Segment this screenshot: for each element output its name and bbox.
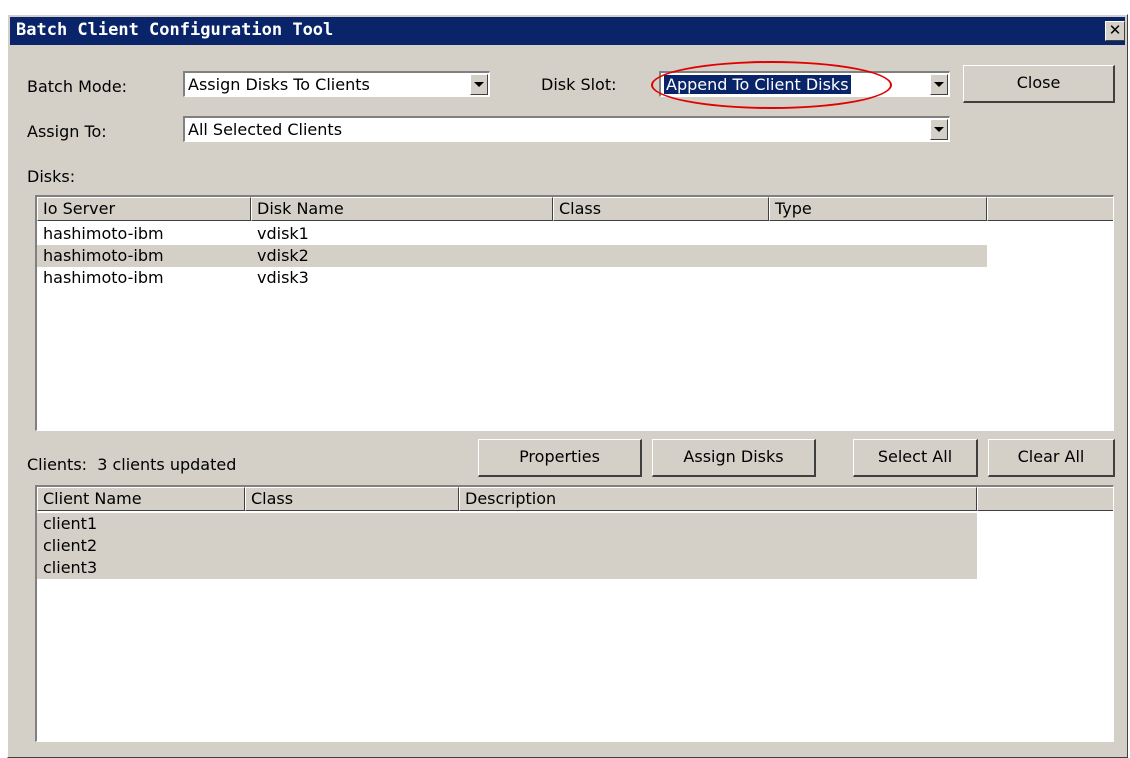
column-class[interactable]: Class <box>553 197 769 221</box>
clients-list[interactable]: Client Name Class Description client1 cl… <box>35 485 1114 742</box>
select-all-button[interactable]: Select All <box>853 439 978 477</box>
disk-slot-combo[interactable]: Append To Client Disks <box>659 71 950 97</box>
table-row[interactable]: client2 <box>37 535 977 557</box>
assign-to-value: All Selected Clients <box>188 120 343 139</box>
disks-label: Disks: <box>27 167 76 186</box>
column-filler <box>977 487 1113 511</box>
client-name-cell: client1 <box>43 514 98 533</box>
disk-server-cell: hashimoto-ibm <box>43 268 164 287</box>
title-bar[interactable]: Batch Client Configuration Tool ✕ <box>10 17 1125 45</box>
table-row[interactable]: client3 <box>37 557 977 579</box>
disk-name-cell: vdisk2 <box>257 246 309 265</box>
assign-disks-button[interactable]: Assign Disks <box>652 439 816 477</box>
window-title: Batch Client Configuration Tool <box>16 20 334 40</box>
disk-server-cell: hashimoto-ibm <box>43 224 164 243</box>
client-name-cell: client2 <box>43 536 98 555</box>
clear-all-button[interactable]: Clear All <box>988 439 1115 477</box>
column-filler <box>987 197 1113 221</box>
batch-mode-combo[interactable]: Assign Disks To Clients <box>183 71 490 97</box>
properties-button[interactable]: Properties <box>478 439 642 477</box>
clients-label-text: Clients: <box>27 455 88 474</box>
column-client-name[interactable]: Client Name <box>37 487 245 511</box>
disk-slot-value: Append To Client Disks <box>664 75 851 94</box>
table-row[interactable]: hashimoto-ibm vdisk2 <box>37 245 987 267</box>
assign-to-combo[interactable]: All Selected Clients <box>183 116 950 142</box>
chevron-down-icon[interactable] <box>930 119 948 140</box>
column-disk-name[interactable]: Disk Name <box>251 197 553 221</box>
chevron-down-icon[interactable] <box>930 74 948 95</box>
disks-list[interactable]: Io Server Disk Name Class Type hashimoto… <box>35 195 1114 431</box>
disk-server-cell: hashimoto-ibm <box>43 246 164 265</box>
disks-list-header: Io Server Disk Name Class Type <box>37 197 1113 221</box>
disk-slot-label: Disk Slot: <box>541 75 617 94</box>
disk-slot-value-wrap: Append To Client Disks <box>664 74 925 95</box>
column-io-server[interactable]: Io Server <box>37 197 251 221</box>
table-row[interactable]: hashimoto-ibm vdisk3 <box>37 267 987 289</box>
close-button[interactable]: Close <box>963 65 1115 103</box>
disk-name-cell: vdisk3 <box>257 268 309 287</box>
disk-name-cell: vdisk1 <box>257 224 309 243</box>
table-row[interactable]: hashimoto-ibm vdisk1 <box>37 223 987 245</box>
batch-client-config-window: Batch Client Configuration Tool ✕ Batch … <box>7 14 1128 758</box>
client-name-cell: client3 <box>43 558 98 577</box>
clients-status: 3 clients updated <box>97 455 237 474</box>
table-row[interactable]: client1 <box>37 513 977 535</box>
clients-label: Clients: 3 clients updated <box>27 455 236 474</box>
batch-mode-label: Batch Mode: <box>27 77 128 96</box>
clients-list-header: Client Name Class Description <box>37 487 1113 511</box>
chevron-down-icon[interactable] <box>470 74 488 95</box>
column-description[interactable]: Description <box>459 487 977 511</box>
batch-mode-value: Assign Disks To Clients <box>188 75 370 94</box>
close-icon[interactable]: ✕ <box>1105 21 1125 41</box>
column-type[interactable]: Type <box>769 197 987 221</box>
column-class[interactable]: Class <box>245 487 459 511</box>
assign-to-label: Assign To: <box>27 122 107 141</box>
